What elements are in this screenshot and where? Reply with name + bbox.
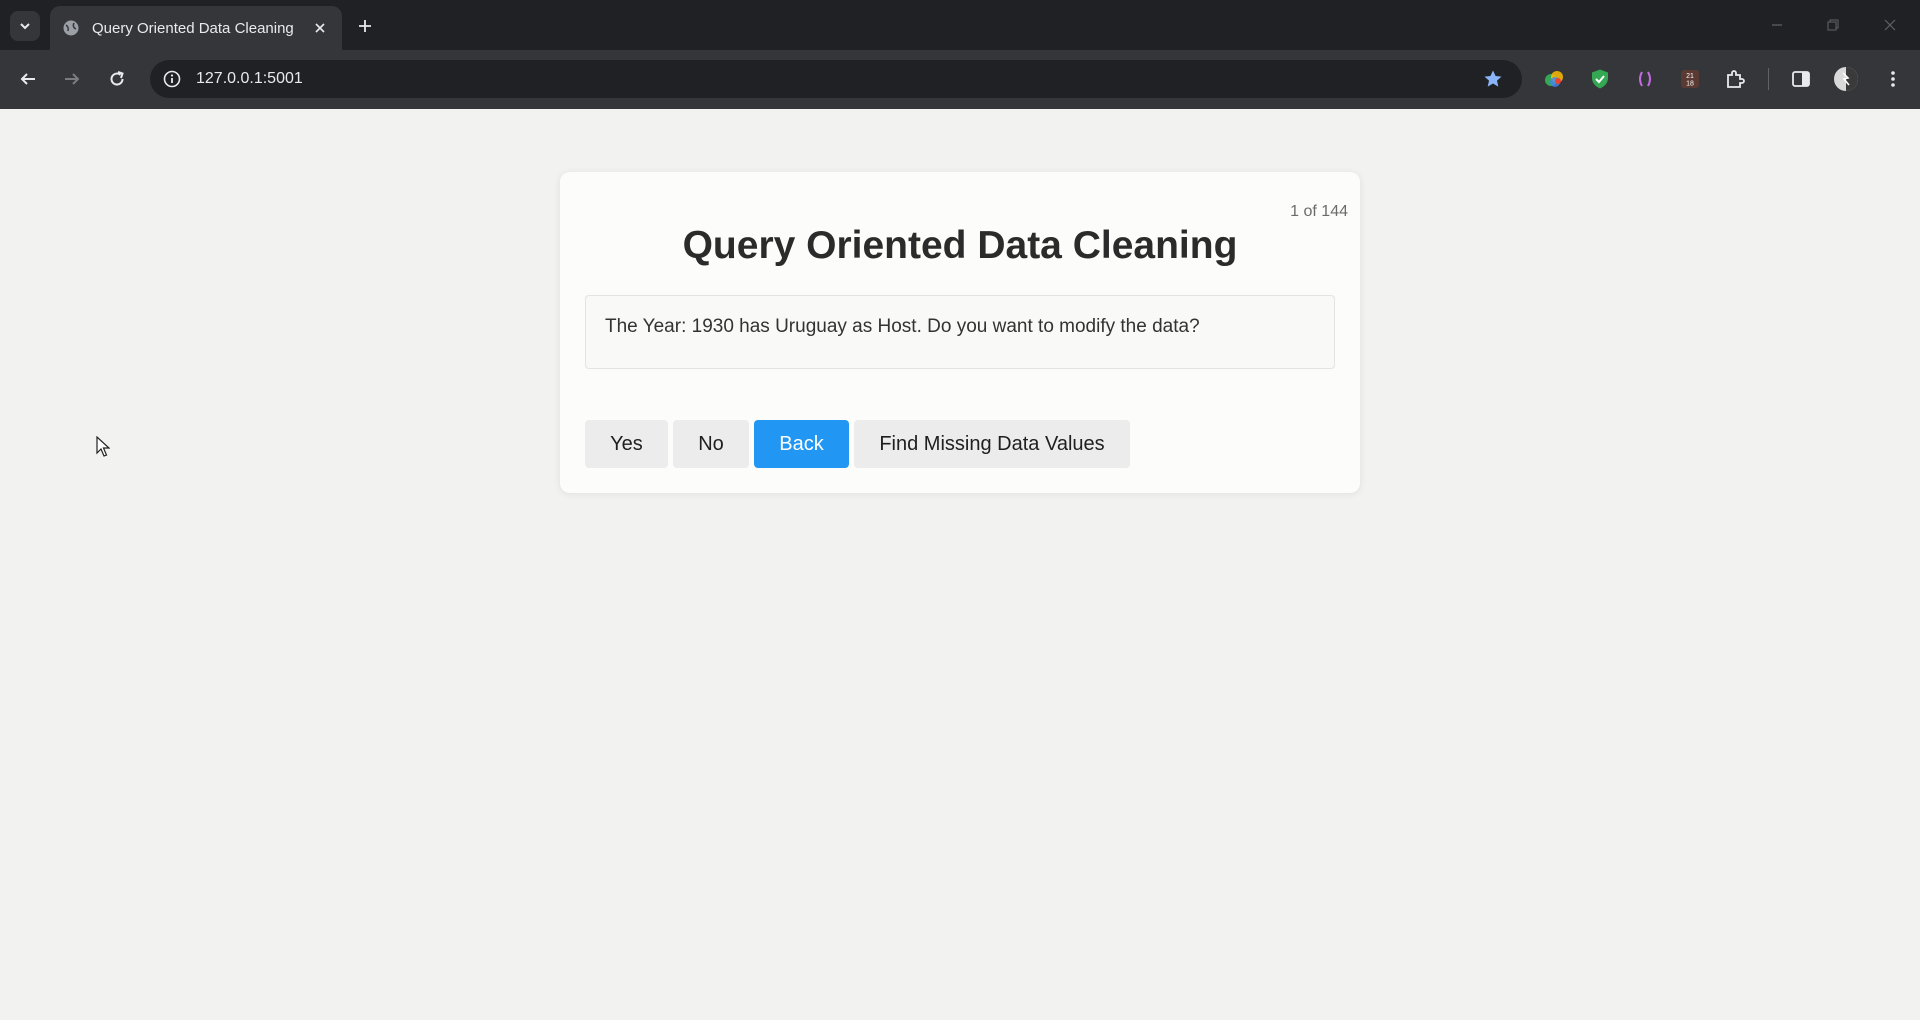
back-button[interactable]: Back xyxy=(754,420,849,468)
tab-title: Query Oriented Data Cleaning xyxy=(92,19,294,37)
globe-icon xyxy=(63,20,79,36)
back-nav-button[interactable] xyxy=(13,64,43,94)
calendar-extension-icon[interactable]: 21 18 xyxy=(1677,66,1703,92)
shield-icon[interactable] xyxy=(1587,66,1613,92)
minimize-icon xyxy=(1772,24,1782,26)
parentheses-extension-icon[interactable] xyxy=(1632,66,1658,92)
browser-tab-active[interactable]: Query Oriented Data Cleaning xyxy=(50,6,342,50)
cleaning-card: 1 of 144 Query Oriented Data Cleaning Th… xyxy=(560,172,1360,493)
no-button[interactable]: No xyxy=(673,420,749,468)
puzzle-extensions-icon[interactable] xyxy=(1722,66,1748,92)
side-panel-icon[interactable] xyxy=(1788,66,1814,92)
reload-button[interactable] xyxy=(102,64,132,94)
plus-icon xyxy=(359,20,371,32)
yes-button[interactable]: Yes xyxy=(585,420,668,468)
progress-counter: 1 of 144 xyxy=(1290,203,1348,220)
arrow-left-icon xyxy=(20,73,35,85)
more-menu-icon[interactable] xyxy=(1880,66,1906,92)
address-bar[interactable]: 127.0.0.1:5001 xyxy=(150,60,1522,98)
toolbar-separator xyxy=(1768,68,1769,90)
svg-text:18: 18 xyxy=(1686,81,1694,88)
page-body: 1 of 144 Query Oriented Data Cleaning Th… xyxy=(0,109,1920,1020)
svg-text:21: 21 xyxy=(1686,73,1694,80)
close-window-button[interactable] xyxy=(1877,12,1903,38)
url-text: 127.0.0.1:5001 xyxy=(196,70,303,87)
colorful-extension-icon[interactable] xyxy=(1541,66,1567,92)
restore-button[interactable] xyxy=(1820,12,1846,38)
minimize-button[interactable] xyxy=(1764,12,1790,38)
reload-icon xyxy=(110,71,124,86)
browser-tab-strip: Query Oriented Data Cleaning xyxy=(0,0,1920,50)
site-info-icon[interactable] xyxy=(162,69,182,89)
find-missing-values-button[interactable]: Find Missing Data Values xyxy=(854,420,1130,468)
close-tab-icon[interactable] xyxy=(310,18,330,38)
chevron-down-icon xyxy=(20,23,30,30)
mouse-cursor-icon xyxy=(96,436,110,457)
arrow-right-icon xyxy=(65,73,80,85)
page-title: Query Oriented Data Cleaning xyxy=(682,224,1238,267)
restore-icon xyxy=(1827,19,1839,31)
new-tab-button[interactable] xyxy=(352,13,378,39)
forward-nav-button[interactable] xyxy=(57,64,87,94)
question-box: The Year: 1930 has Uruguay as Host. Do y… xyxy=(585,295,1335,369)
profile-avatar[interactable] xyxy=(1833,66,1859,92)
bookmark-star-icon[interactable] xyxy=(1480,66,1506,92)
tab-search-button[interactable] xyxy=(10,11,40,41)
browser-toolbar: 127.0.0.1:5001 21 18 xyxy=(0,50,1920,109)
close-icon xyxy=(1884,19,1896,31)
